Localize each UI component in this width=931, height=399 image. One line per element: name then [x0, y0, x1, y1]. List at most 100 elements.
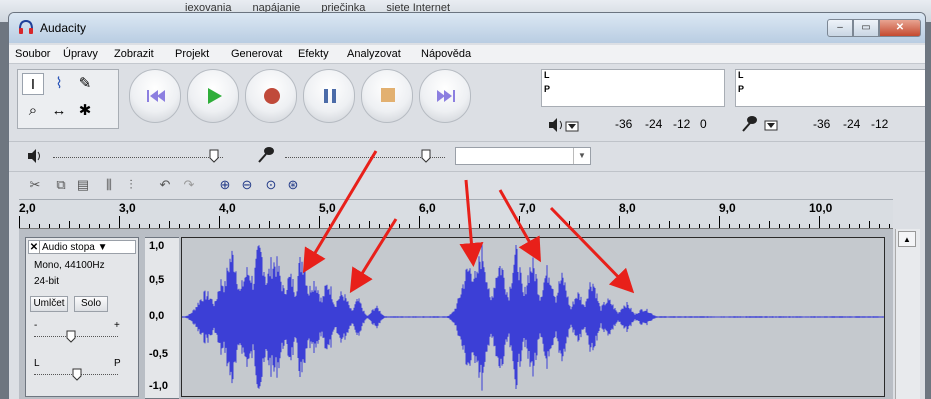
ruler-tick [729, 224, 730, 228]
ruler-tick [609, 224, 610, 228]
ruler-tick [99, 224, 100, 228]
ruler-tick [319, 216, 320, 228]
close-button[interactable]: ✕ [879, 19, 921, 37]
input-volume-thumb[interactable] [421, 149, 431, 163]
menu-edit[interactable]: Úpravy [63, 48, 98, 60]
gain-slider[interactable] [34, 336, 118, 337]
ruler-tick [819, 216, 820, 228]
mute-button[interactable]: Umlčet [30, 296, 68, 312]
vertical-scrollbar[interactable]: ▲ [895, 229, 920, 399]
microphone-icon[interactable] [741, 115, 781, 133]
ruler-tick [549, 224, 550, 228]
track-name-menu[interactable]: ✕ Audio stopa ▼ [28, 240, 136, 254]
solo-button[interactable]: Solo [74, 296, 108, 312]
stop-button[interactable] [361, 69, 413, 123]
minimize-button[interactable]: – [827, 19, 853, 37]
draw-tool-icon[interactable]: ✎ [74, 73, 96, 95]
ruler-tick [19, 216, 20, 228]
trim-icon[interactable]: ⫼ [101, 177, 117, 193]
pan-slider-thumb[interactable] [72, 368, 82, 381]
ruler-tick [809, 224, 810, 228]
ruler-tick [229, 224, 230, 228]
menu-generate[interactable]: Generovat [231, 48, 282, 60]
ruler-tick [619, 216, 620, 228]
mixer-toolbar: ▼ [9, 141, 925, 170]
ruler-tick [669, 221, 670, 228]
ruler-tick [79, 224, 80, 228]
track-format: Mono, 44100Hz [34, 260, 105, 271]
multi-tool-icon[interactable]: ✱ [74, 100, 96, 122]
top-toolbar: I ⌇ ✎ ⌕ ↔ ✱ L P L P -36 -24 -12 0 -36 -2… [9, 65, 925, 137]
ruler-tick [509, 224, 510, 228]
ruler-tick [239, 224, 240, 228]
ruler-tick [59, 224, 60, 228]
input-device-select[interactable]: ▼ [455, 147, 591, 165]
ruler-tick [639, 224, 640, 228]
meter-tick: 0 [700, 117, 707, 131]
scroll-up-icon[interactable]: ▲ [898, 231, 916, 247]
ruler-tick [529, 224, 530, 228]
skip-to-end-button[interactable] [419, 69, 471, 123]
output-volume-slider[interactable] [53, 155, 223, 158]
track-close-icon[interactable]: ✕ [29, 241, 40, 254]
ruler-tick [289, 224, 290, 228]
ruler-tick [699, 224, 700, 228]
redo-icon[interactable]: ↷ [181, 177, 197, 193]
envelope-tool-icon[interactable]: ⌇ [48, 73, 70, 95]
title-bar[interactable]: Audacity – ▭ ✕ [9, 13, 925, 43]
ruler-tick [449, 224, 450, 228]
ruler-label: 10,0 [809, 201, 833, 215]
ruler-tick [389, 224, 390, 228]
maximize-button[interactable]: ▭ [853, 19, 879, 37]
output-volume-thumb[interactable] [209, 149, 219, 163]
microphone-icon [258, 147, 274, 163]
menu-analyze[interactable]: Analyzovat [347, 48, 401, 60]
ruler-tick [459, 224, 460, 228]
ruler-label: 6,0 [419, 201, 436, 215]
paste-icon[interactable]: ▤ [75, 177, 91, 193]
silence-icon[interactable]: ⫶ [123, 177, 139, 193]
ruler-tick [569, 221, 570, 228]
pause-button[interactable] [303, 69, 355, 123]
ruler-tick [369, 221, 370, 228]
ruler-tick [879, 224, 880, 228]
ruler-tick [409, 224, 410, 228]
playback-meter: L P [541, 69, 725, 107]
record-button[interactable] [245, 69, 297, 123]
ruler-tick [189, 224, 190, 228]
menu-project[interactable]: Projekt [175, 48, 209, 60]
ruler-tick [519, 216, 520, 228]
ruler-tick [269, 221, 270, 228]
zoom-out-icon[interactable]: ⊖ [239, 177, 255, 193]
timeline-ruler[interactable]: 2,0 3,0 4,0 5,0 6,0 7,0 8,0 9,0 10,0 [19, 199, 893, 229]
undo-icon[interactable]: ↶ [157, 177, 173, 193]
play-button[interactable] [187, 69, 239, 123]
gain-slider-thumb[interactable] [66, 330, 76, 343]
speaker-icon[interactable] [547, 117, 579, 133]
waveform-display[interactable] [181, 237, 885, 397]
zoom-in-icon[interactable]: ⊕ [217, 177, 233, 193]
zoom-tool-icon[interactable]: ⌕ [22, 100, 44, 122]
fit-project-icon[interactable]: ⊛ [285, 177, 301, 193]
ruler-tick [709, 224, 710, 228]
ruler-tick [179, 224, 180, 228]
ruler-tick [719, 216, 720, 228]
ruler-tick [499, 224, 500, 228]
selection-tool-icon[interactable]: I [22, 73, 44, 95]
ruler-tick [129, 224, 130, 228]
menu-help[interactable]: Nápověda [421, 48, 471, 60]
fit-selection-icon[interactable]: ⊙ [263, 177, 279, 193]
ruler-tick [479, 224, 480, 228]
timeshift-tool-icon[interactable]: ↔ [48, 100, 70, 122]
edit-toolbar: ✂ ⧉ ▤ ⫼ ⫶ ↶ ↷ ⊕ ⊖ ⊙ ⊛ [9, 171, 925, 198]
ruler-tick [89, 224, 90, 228]
copy-icon[interactable]: ⧉ [53, 177, 69, 193]
menu-file[interactable]: Soubor [15, 48, 50, 60]
menu-view[interactable]: Zobrazit [114, 48, 154, 60]
menu-effects[interactable]: Efekty [298, 48, 329, 60]
meter-toolbar: L P L P -36 -24 -12 0 -36 -24 -12 [537, 69, 925, 135]
cut-icon[interactable]: ✂ [27, 177, 43, 193]
ruler-tick [759, 224, 760, 228]
skip-to-start-button[interactable] [129, 69, 181, 123]
ruler-tick [39, 224, 40, 228]
